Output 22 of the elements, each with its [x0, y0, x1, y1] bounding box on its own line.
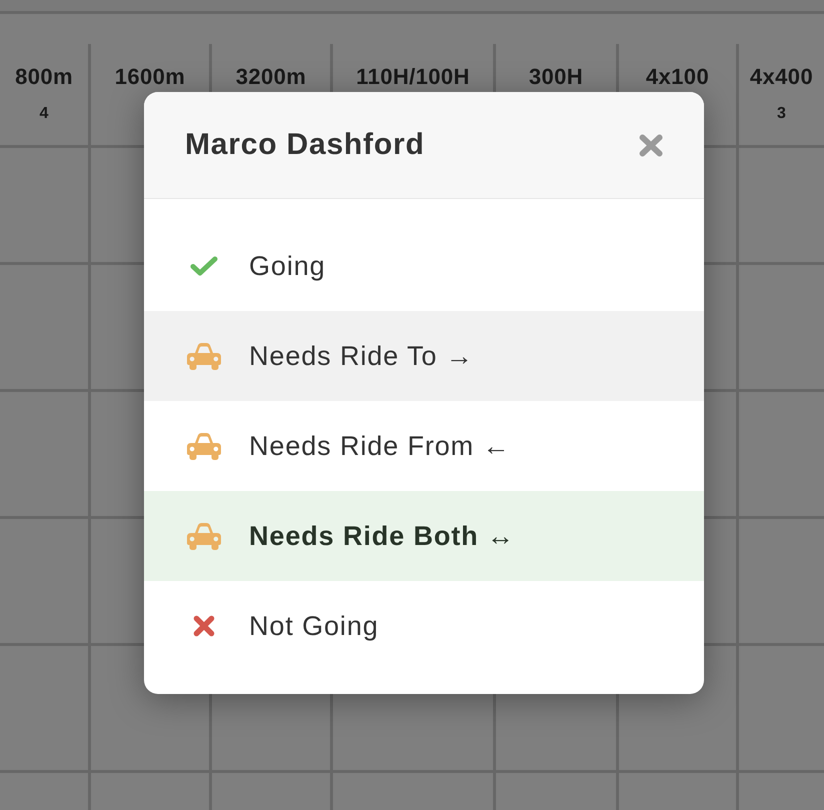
status-option[interactable]: Needs Ride To → — [144, 311, 704, 401]
dialog-title: Marco Dashford — [185, 128, 425, 162]
column-count: 3 — [777, 105, 786, 123]
column-header: 3200m — [236, 64, 306, 90]
car-icon — [186, 342, 222, 370]
status-option[interactable]: Needs Ride From ← — [144, 401, 704, 491]
column-header: 4x400 — [750, 64, 814, 90]
column-header: 1600m — [114, 64, 186, 90]
column-count: 4 — [40, 105, 48, 123]
close-icon — [639, 134, 663, 156]
status-option[interactable]: Needs Ride Both ↔ — [144, 491, 704, 581]
status-option[interactable]: Not Going — [144, 581, 704, 671]
column-header: 110H/100H — [356, 64, 470, 90]
car-icon — [186, 432, 222, 460]
column-header: 4x100 — [646, 64, 710, 90]
status-option[interactable]: Going — [144, 221, 704, 311]
check-icon — [190, 256, 218, 276]
column-header: 300H — [528, 64, 584, 90]
close-button[interactable] — [639, 134, 663, 156]
column-header: 800m — [15, 64, 73, 90]
cross-icon — [193, 615, 215, 637]
car-icon — [186, 522, 222, 550]
